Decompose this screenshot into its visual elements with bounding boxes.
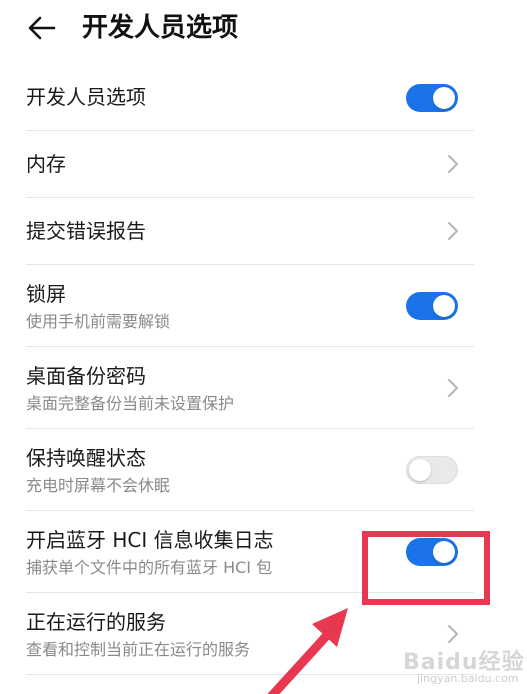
- setting-title: 开启蓝牙 HCI 信息收集日志: [26, 528, 274, 552]
- arrow-left-icon[interactable]: [24, 10, 60, 46]
- setting-title: 正在运行的服务: [26, 610, 166, 634]
- toggle-knob: [433, 87, 455, 109]
- setting-bug-report[interactable]: 提交错误报告: [26, 198, 474, 265]
- settings-list: 开发人员选项 内存 提交错误报告 锁屏 使用手机前需要解锁 桌面备份密码 桌面完…: [0, 64, 527, 675]
- bluetooth-hci-log-toggle[interactable]: [406, 538, 458, 566]
- toggle-knob: [433, 295, 455, 317]
- stay-awake-toggle[interactable]: [406, 456, 458, 484]
- toggle-knob: [433, 541, 455, 563]
- lock-screen-toggle[interactable]: [406, 292, 458, 320]
- setting-subtitle: 使用手机前需要解锁: [26, 312, 171, 331]
- setting-lock-screen[interactable]: 锁屏 使用手机前需要解锁: [26, 265, 474, 347]
- setting-title: 提交错误报告: [26, 219, 146, 243]
- setting-title: 锁屏: [26, 282, 66, 306]
- setting-running-services[interactable]: 正在运行的服务 查看和控制当前正在运行的服务: [26, 593, 474, 675]
- chevron-right-icon: [448, 222, 458, 240]
- chevron-right-icon: [448, 625, 458, 643]
- setting-title: 内存: [26, 152, 66, 176]
- page-title: 开发人员选项: [82, 13, 239, 43]
- setting-memory[interactable]: 内存: [26, 131, 474, 198]
- setting-bluetooth-hci-log[interactable]: 开启蓝牙 HCI 信息收集日志 捕获单个文件中的所有蓝牙 HCI 包: [26, 511, 474, 593]
- setting-subtitle: 捕获单个文件中的所有蓝牙 HCI 包: [26, 558, 273, 577]
- chevron-right-icon: [448, 155, 458, 173]
- developer-options-toggle[interactable]: [406, 84, 458, 112]
- setting-subtitle: 桌面完整备份当前未设置保护: [26, 394, 235, 413]
- setting-subtitle: 充电时屏幕不会休眠: [26, 476, 171, 495]
- header-bar: 开发人员选项: [0, 0, 527, 58]
- setting-desktop-backup-password[interactable]: 桌面备份密码 桌面完整备份当前未设置保护: [26, 347, 474, 429]
- setting-stay-awake[interactable]: 保持唤醒状态 充电时屏幕不会休眠: [26, 429, 474, 511]
- setting-subtitle: 查看和控制当前正在运行的服务: [26, 640, 251, 659]
- toggle-knob: [409, 459, 431, 481]
- setting-title: 桌面备份密码: [26, 364, 146, 388]
- setting-developer-options[interactable]: 开发人员选项: [26, 64, 474, 131]
- setting-title: 保持唤醒状态: [26, 446, 146, 470]
- setting-title: 开发人员选项: [26, 85, 146, 109]
- chevron-right-icon: [448, 379, 458, 397]
